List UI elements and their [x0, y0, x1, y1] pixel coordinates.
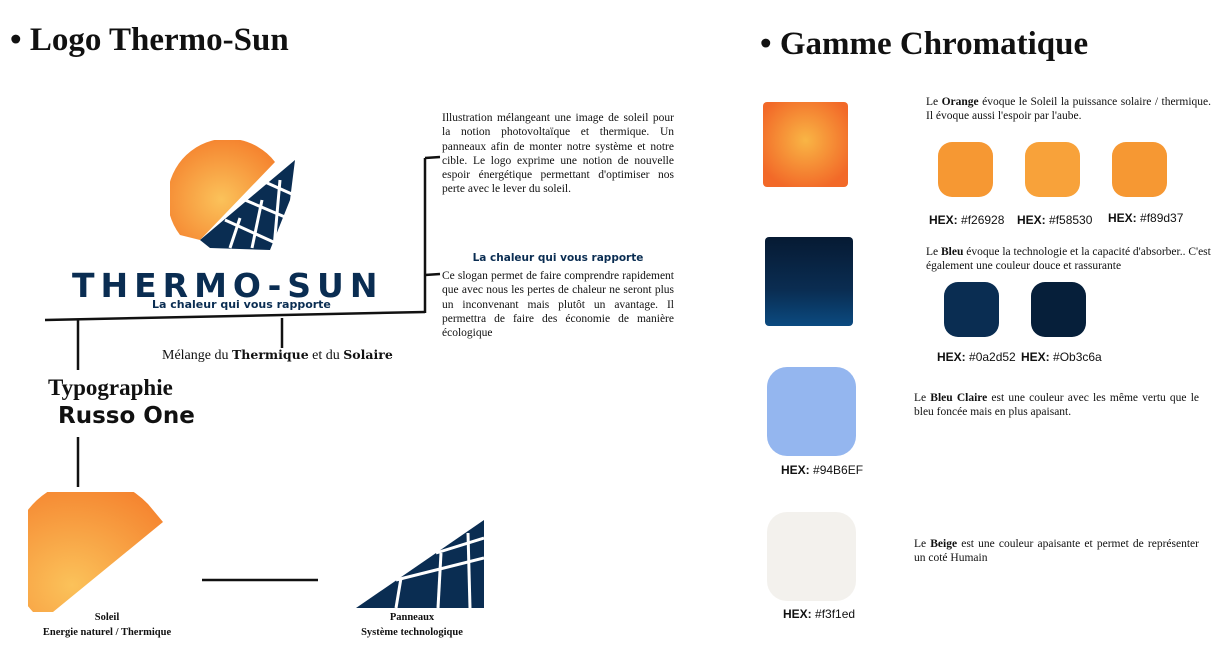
document-page: • Logo Thermo-Sun THERMO-SUN La chaleur …: [0, 0, 1228, 660]
orange-hex-2: HEX: #f58530: [1017, 213, 1093, 227]
slogan-description: Ce slogan permet de faire comprendre rap…: [442, 270, 674, 340]
solar-panel-icon: [356, 520, 484, 609]
blue-hex-2: HEX: #Ob3c6a: [1021, 350, 1102, 364]
panel-caption: Panneaux Système technologique: [361, 612, 463, 638]
beige-swatch: [767, 512, 856, 601]
beige-hex: HEX: #f3f1ed: [783, 607, 856, 621]
logo-description: Illustration mélangeant une image de sol…: [442, 112, 674, 196]
chromatic-section-title: • Gamme Chromatique: [760, 26, 1089, 62]
light-blue-swatch: [767, 367, 856, 456]
light-blue-description: Le Bleu Claire est une couleur avec les …: [914, 392, 1199, 419]
blue-hex-1: HEX: #0a2d52: [937, 350, 1016, 364]
typography-font-name: Russo One: [58, 403, 195, 429]
sun-caption: Soleil Energie naturel / Thermique: [42, 612, 172, 638]
orange-hex-1: HEX: #f26928: [929, 213, 1005, 227]
orange-swatch-1: [938, 142, 993, 197]
typography-label: Typographie: [48, 375, 173, 400]
beige-description: Le Beige est une couleur apaisante et pe…: [914, 538, 1199, 565]
blue-description: Le Bleu évoque la technologie et la capa…: [926, 246, 1211, 273]
orange-swatch-3: [1112, 142, 1167, 197]
blue-main-swatch: [765, 237, 853, 326]
light-blue-hex: HEX: #94B6EF: [781, 463, 864, 477]
orange-hex-3: HEX: #f89d37: [1108, 211, 1184, 225]
sun-icon: [28, 492, 163, 612]
orange-main-swatch: [763, 102, 848, 187]
chromatic-title-text: Gamme Chromatique: [779, 26, 1089, 62]
blend-caption: Mélange du Thermique et du Solaire: [162, 347, 393, 363]
orange-description: Le Orange évoque le Soleil la puissance …: [926, 96, 1211, 123]
blue-swatch-2: [1031, 282, 1086, 337]
orange-swatch-2: [1025, 142, 1080, 197]
slogan-title: La chaleur qui vous rapporte: [472, 252, 644, 264]
blue-swatch-1: [944, 282, 999, 337]
